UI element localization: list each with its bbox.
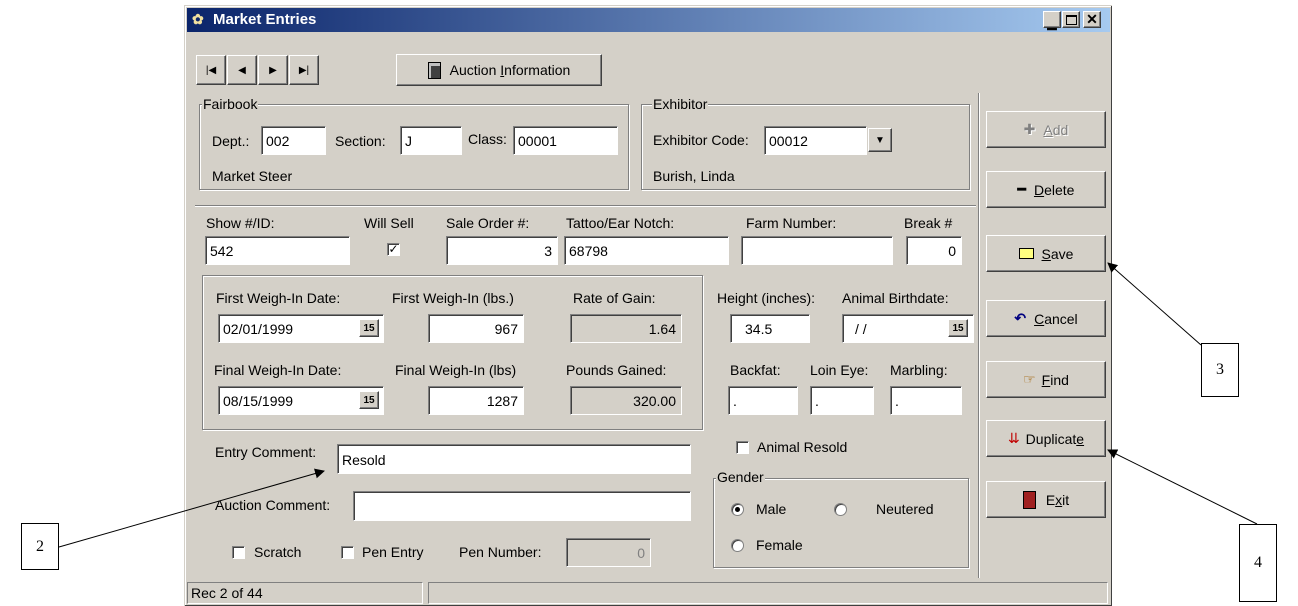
callout-3-arrow: [1107, 262, 1202, 346]
callout-2-arrow: [58, 468, 325, 548]
callout-4-arrow: [1107, 449, 1258, 525]
callout-arrows: [58, 262, 1258, 548]
